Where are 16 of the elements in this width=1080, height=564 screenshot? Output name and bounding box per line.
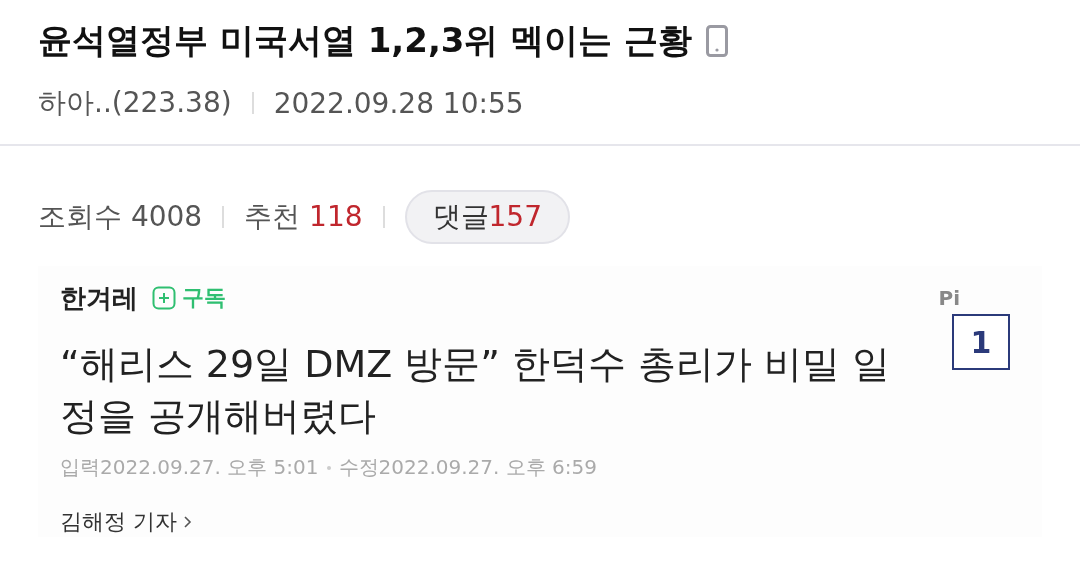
edited-date: 수정2022.09.27. 오후 6:59 (338, 454, 597, 481)
number-badge: 1 (952, 314, 1010, 370)
plus-icon (152, 286, 176, 310)
pick-label: Pi (938, 286, 960, 310)
entered-date: 입력2022.09.27. 오후 5:01 (60, 454, 319, 481)
post-title: 윤석열정부 미국서열 1,2,3위 멕이는 근황 (38, 19, 693, 62)
post-date: 2022.09.28 10:55 (273, 86, 524, 120)
article-headline: “해리스 29일 DMZ 방문” 한덕수 총리가 비밀 일정을 공개해버렸다 (60, 341, 892, 440)
reporter-link[interactable]: 김해정 기자 (60, 507, 193, 537)
chevron-icon (183, 515, 193, 529)
author-name[interactable]: 하아..(223.38) (38, 84, 232, 122)
comments-button[interactable]: 댓글157 (404, 190, 570, 244)
press-logo: 한겨레 (60, 281, 138, 315)
phone-icon (706, 25, 729, 57)
stat-count: 추천 118 (244, 199, 363, 235)
stat-count: 조회수 4008 (38, 199, 203, 235)
